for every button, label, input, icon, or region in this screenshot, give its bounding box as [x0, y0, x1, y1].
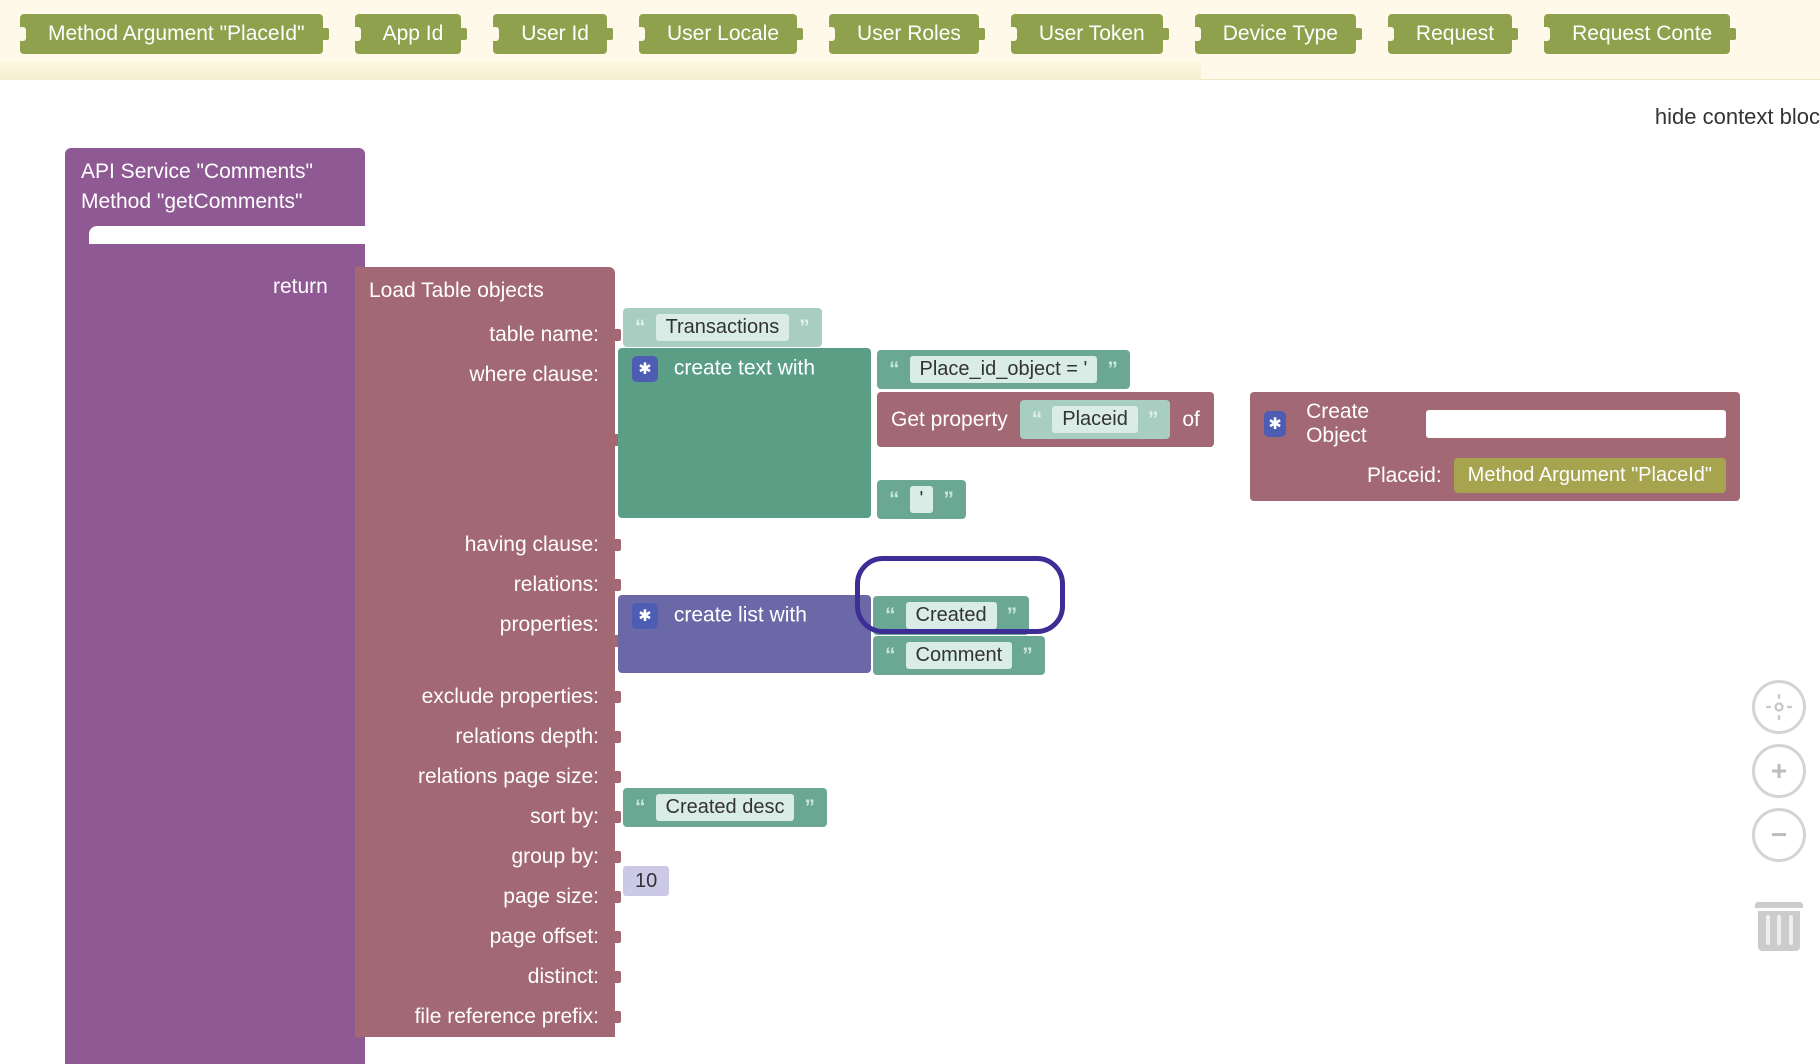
text-literal-placeid[interactable]: “ Placeid ”: [1020, 400, 1171, 439]
create-text-with-label: create text with: [674, 357, 815, 380]
trash-icon[interactable]: [1755, 902, 1803, 951]
context-block-placeid[interactable]: Method Argument "PlaceId": [20, 14, 323, 54]
row-where-clause: where clause:: [355, 355, 615, 525]
context-block-requestcontext[interactable]: Request Conte: [1544, 14, 1730, 54]
canvas-tools: + −: [1752, 680, 1806, 951]
openquote-icon: “: [885, 644, 896, 668]
openquote-icon: “: [635, 316, 646, 340]
text-literal-where1[interactable]: “ Place_id_object = ' ”: [877, 350, 1130, 389]
row-sort-by: sort by:: [355, 797, 615, 837]
center-view-icon[interactable]: [1752, 680, 1806, 734]
context-scrollbar[interactable]: [0, 62, 1201, 80]
create-object-slot[interactable]: [1426, 410, 1726, 438]
row-group-by: group by:: [355, 837, 615, 877]
context-block-devicetype[interactable]: Device Type: [1195, 14, 1356, 54]
tablename-value[interactable]: Transactions: [656, 314, 790, 341]
comment-value[interactable]: Comment: [906, 642, 1013, 669]
row-having-clause: having clause:: [355, 525, 615, 565]
api-service-title: API Service "Comments": [81, 160, 349, 184]
closequote-icon: ”: [804, 796, 815, 820]
row-table-name: table name:: [355, 315, 615, 355]
created-value[interactable]: Created: [906, 602, 997, 629]
method-argument-placeid-inline[interactable]: Method Argument "PlaceId": [1454, 458, 1726, 493]
context-block-usertoken[interactable]: User Token: [1011, 14, 1163, 54]
zoom-in-icon[interactable]: +: [1752, 744, 1806, 798]
gear-icon[interactable]: [632, 603, 658, 629]
of-label: of: [1182, 408, 1200, 432]
placeid-value[interactable]: Placeid: [1052, 406, 1138, 433]
api-method-title: Method "getComments": [81, 190, 349, 214]
zoom-out-icon[interactable]: −: [1752, 808, 1806, 862]
hide-context-blocks-link[interactable]: hide context bloc: [1643, 98, 1820, 136]
context-block-userroles[interactable]: User Roles: [829, 14, 979, 54]
row-properties: properties:: [355, 605, 615, 677]
create-object-block[interactable]: Create Object Placeid: Method Argument "…: [1250, 392, 1740, 501]
context-block-userlocale[interactable]: User Locale: [639, 14, 797, 54]
row-file-reference-prefix: file reference prefix:: [355, 997, 615, 1037]
openquote-icon: “: [889, 358, 900, 382]
row-distinct: distinct:: [355, 957, 615, 997]
create-text-with-block[interactable]: create text with: [618, 348, 871, 518]
api-service-block[interactable]: API Service "Comments" Method "getCommen…: [65, 148, 365, 252]
closequote-icon: ”: [799, 316, 810, 340]
return-label: return: [273, 275, 328, 299]
create-object-label: Create Object: [1306, 400, 1416, 448]
row-relations-depth: relations depth:: [355, 717, 615, 757]
context-block-userid[interactable]: User Id: [493, 14, 607, 54]
row-relations-page-size: relations page size:: [355, 757, 615, 797]
sortby-value[interactable]: Created desc: [656, 794, 795, 821]
closequote-icon: ”: [1022, 644, 1033, 668]
row-relations: relations:: [355, 565, 615, 605]
row-page-offset: page offset:: [355, 917, 615, 957]
text-literal-where3[interactable]: “ ' ”: [877, 480, 966, 519]
text-literal-created[interactable]: “ Created ”: [873, 596, 1029, 635]
load-table-block[interactable]: Load Table objects table name: where cla…: [355, 267, 615, 1037]
gear-icon[interactable]: [1264, 411, 1286, 437]
context-blocks-bar: Method Argument "PlaceId" App Id User Id…: [0, 0, 1820, 80]
text-literal-tablename[interactable]: “ Transactions ”: [623, 308, 822, 347]
context-block-request[interactable]: Request: [1388, 14, 1512, 54]
openquote-icon: “: [889, 488, 900, 512]
closequote-icon: ”: [1007, 604, 1018, 628]
openquote-icon: “: [635, 796, 646, 820]
closequote-icon: ”: [1107, 358, 1118, 382]
openquote-icon: “: [1032, 408, 1043, 432]
number-literal-pagesize[interactable]: 10: [623, 870, 669, 893]
api-service-block-body[interactable]: [65, 236, 365, 1064]
create-list-with-block[interactable]: create list with: [618, 595, 871, 673]
where3-value[interactable]: ': [910, 486, 934, 513]
placeid-param-label: Placeid:: [1367, 464, 1442, 488]
text-literal-sortby[interactable]: “ Created desc ”: [623, 788, 827, 827]
row-page-size: page size:: [355, 877, 615, 917]
closequote-icon: ”: [943, 488, 954, 512]
workspace-canvas[interactable]: API Service "Comments" Method "getCommen…: [55, 140, 1740, 1064]
load-table-title: Load Table objects: [355, 267, 615, 315]
openquote-icon: “: [885, 604, 896, 628]
pagesize-value[interactable]: 10: [623, 866, 669, 896]
create-list-with-label: create list with: [674, 604, 807, 627]
text-literal-comment[interactable]: “ Comment ”: [873, 636, 1045, 675]
get-property-block[interactable]: Get property “ Placeid ” of: [877, 392, 1214, 447]
closequote-icon: ”: [1148, 408, 1159, 432]
where1-value[interactable]: Place_id_object = ': [910, 356, 1098, 383]
gear-icon[interactable]: [632, 356, 658, 382]
row-exclude-properties: exclude properties:: [355, 677, 615, 717]
get-property-label: Get property: [891, 408, 1008, 432]
context-block-appid[interactable]: App Id: [355, 14, 462, 54]
